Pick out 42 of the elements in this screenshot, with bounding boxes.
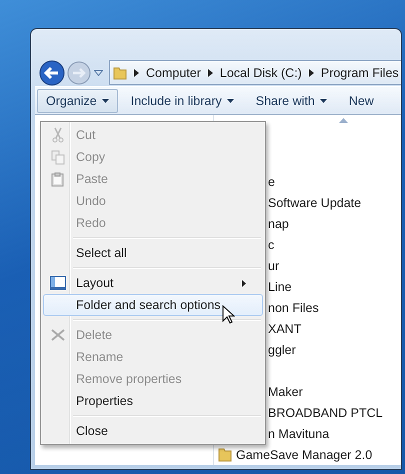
toolbar-button[interactable]: Organize [37, 88, 118, 113]
layout-icon [50, 276, 66, 290]
file-name[interactable]: ur [268, 258, 280, 272]
caret-icon [102, 98, 109, 103]
file-name[interactable]: Line [268, 280, 292, 294]
address-bar[interactable]: Computer Local Disk (C:) Program Files [109, 60, 401, 86]
toolbar-button[interactable]: Share with [246, 88, 336, 113]
chevron-icon [134, 68, 139, 77]
chevron-icon [208, 68, 213, 77]
sort-caret-icon [339, 118, 348, 123]
file-name[interactable]: non Files [268, 300, 319, 314]
caret-icon [320, 98, 327, 103]
breadcrumb-item[interactable]: Program Files [320, 66, 399, 80]
folder-icon [113, 66, 127, 80]
breadcrumb-item[interactable]: Computer [146, 66, 201, 80]
toolbar-button[interactable]: Include in library [122, 88, 243, 113]
menu-item[interactable]: Properties [43, 390, 263, 412]
file-name[interactable]: c [268, 238, 274, 252]
chevron-icon [308, 68, 314, 77]
menu-item[interactable]: Select all [43, 242, 263, 264]
file-name[interactable]: ggler [268, 342, 296, 356]
caret-icon [226, 98, 234, 103]
folder-icon [218, 447, 232, 462]
scissors-icon [52, 127, 64, 143]
file-name[interactable]: BROADBAND PTCL [268, 406, 383, 420]
file-name[interactable]: Software Update [268, 196, 362, 210]
toolbar-button[interactable]: New [340, 88, 383, 113]
menu-item[interactable]: Folder and search options [43, 294, 263, 316]
copy-icon [50, 150, 64, 164]
file-name[interactable]: n Mavituna [268, 426, 330, 440]
file-name[interactable]: nap [268, 216, 289, 230]
menu-item[interactable]: Layout [43, 272, 263, 294]
clipboard-icon [51, 172, 64, 186]
x-icon [50, 329, 64, 341]
history-dropdown-icon[interactable] [94, 70, 103, 76]
menu-item[interactable]: Close [43, 420, 263, 442]
file-name[interactable]: XANT [268, 322, 302, 336]
file-name[interactable]: Maker [268, 384, 303, 398]
breadcrumb-item[interactable]: Local Disk (C:) [220, 66, 302, 80]
back-button[interactable] [39, 60, 65, 86]
file-name[interactable]: GameSave Manager 2.0 [236, 448, 372, 462]
file-name[interactable]: e [268, 174, 275, 188]
